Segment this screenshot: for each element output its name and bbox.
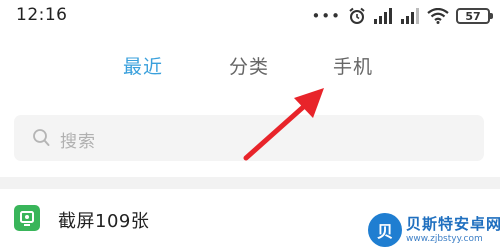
watermark-name: 贝斯特安卓网 bbox=[406, 215, 500, 233]
watermark: 贝 贝斯特安卓网 www.zjbstyy.com bbox=[368, 210, 500, 252]
watermark-site: www.zjbstyy.com bbox=[406, 234, 483, 244]
watermark-logo: 贝 bbox=[368, 213, 402, 247]
